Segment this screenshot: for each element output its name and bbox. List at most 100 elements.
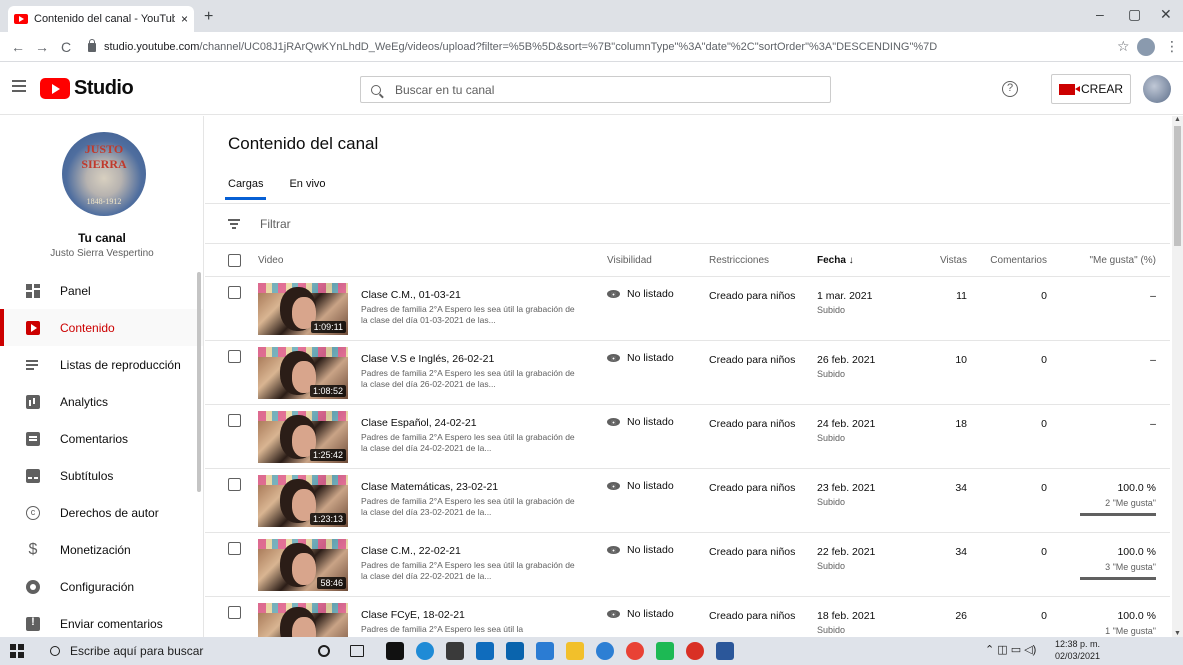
scroll-up-arrow-icon[interactable]: ▲	[1174, 116, 1181, 123]
row-checkbox[interactable]	[228, 414, 241, 427]
video-title[interactable]: Clase C.M., 01-03-21	[361, 289, 461, 301]
sidebar-item-label: Panel	[60, 283, 91, 298]
windows-start-icon[interactable]	[10, 644, 24, 658]
tab-cargas[interactable]: Cargas	[224, 178, 267, 200]
sidebar-item-derechos[interactable]: c Derechos de autor	[0, 494, 203, 531]
column-views[interactable]: Vistas	[940, 255, 967, 266]
mail-icon[interactable]	[476, 642, 494, 660]
filter-input[interactable]: Filtrar	[260, 217, 291, 231]
column-likes[interactable]: "Me gusta" (%)	[1089, 255, 1156, 266]
forward-button[interactable]: →	[30, 39, 54, 55]
row-checkbox[interactable]	[228, 286, 241, 299]
date-status: Subido	[817, 369, 846, 379]
sidebar-item-comentarios[interactable]: Comentarios	[0, 420, 203, 457]
new-tab-button[interactable]: +	[204, 8, 213, 26]
visibility-cell[interactable]: No listado	[607, 416, 674, 428]
video-thumbnail[interactable]: 58:46	[258, 539, 348, 591]
address-bar: ← → C studio.youtube.com/channel/UC08J1j…	[0, 32, 1183, 62]
tab-close-icon[interactable]: ×	[181, 12, 188, 26]
store-icon[interactable]	[446, 642, 464, 660]
visibility-cell[interactable]: No listado	[607, 288, 674, 300]
filter-icon[interactable]	[228, 219, 240, 229]
column-comments[interactable]: Comentarios	[990, 255, 1047, 266]
sidebar-item-contenido[interactable]: Contenido	[0, 309, 203, 346]
window-maximize-button[interactable]: ▢	[1128, 6, 1141, 23]
chrome-blue-icon[interactable]	[596, 642, 614, 660]
video-title[interactable]: Clase Matemáticas, 23-02-21	[361, 481, 498, 493]
filter-bar[interactable]: Filtrar	[205, 204, 1170, 244]
sidebar-item-monetizacion[interactable]: $ Monetización	[0, 531, 203, 568]
table-row[interactable]: 1:09:11 Clase C.M., 01-03-21 Padres de f…	[205, 277, 1170, 341]
select-all-checkbox[interactable]	[228, 254, 241, 267]
edge-icon[interactable]	[416, 642, 434, 660]
video-thumbnail[interactable]	[258, 603, 348, 637]
video-title[interactable]: Clase FCyE, 18-02-21	[361, 609, 465, 621]
cortana-icon[interactable]	[318, 645, 330, 657]
help-icon[interactable]: ?	[1002, 81, 1018, 97]
table-row[interactable]: 1:25:42 Clase Español, 24-02-21 Padres d…	[205, 405, 1170, 469]
create-button[interactable]: CREAR	[1051, 74, 1131, 104]
column-date[interactable]: Fecha ↓	[817, 255, 854, 266]
video-thumbnail[interactable]: 1:23:13	[258, 475, 348, 527]
channel-avatar[interactable]: JUSTO SIERRA 1848-1912	[62, 132, 146, 216]
column-restrictions[interactable]: Restricciones	[709, 255, 769, 266]
green-app-icon[interactable]	[656, 642, 674, 660]
table-row[interactable]: 58:46 Clase C.M., 22-02-21 Padres de fam…	[205, 533, 1170, 597]
sidebar-item-enviar-comentarios[interactable]: Enviar comentarios	[0, 605, 203, 637]
calendar-icon[interactable]	[536, 642, 554, 660]
sidebar-item-listas[interactable]: Listas de reproducción	[0, 346, 203, 383]
sidebar-item-subtitulos[interactable]: Subtítulos	[0, 457, 203, 494]
browser-menu-icon[interactable]: ⋮	[1165, 38, 1179, 55]
window-minimize-button[interactable]: –	[1096, 6, 1104, 22]
url-field[interactable]: studio.youtube.com/channel/UC08J1jRArQwK…	[88, 37, 968, 57]
bookmark-star-icon[interactable]: ☆	[1117, 38, 1130, 55]
word-icon[interactable]	[716, 642, 734, 660]
visibility-cell[interactable]: No listado	[607, 544, 674, 556]
sidebar-item-configuracion[interactable]: Configuración	[0, 568, 203, 605]
task-view-icon[interactable]	[350, 645, 364, 657]
taskbar-search[interactable]: Escribe aquí para buscar	[36, 637, 286, 665]
file-explorer-icon[interactable]	[566, 642, 584, 660]
row-checkbox[interactable]	[228, 606, 241, 619]
main-scrollbar[interactable]: ▲ ▼	[1172, 116, 1183, 637]
account-avatar[interactable]	[1143, 75, 1171, 103]
visibility-cell[interactable]: No listado	[607, 480, 674, 492]
video-thumbnail[interactable]: 1:09:11	[258, 283, 348, 335]
window-close-button[interactable]: ✕	[1160, 6, 1172, 23]
sidebar-item-panel[interactable]: Panel	[0, 272, 203, 309]
back-button[interactable]: ←	[6, 39, 30, 55]
video-title[interactable]: Clase Español, 24-02-21	[361, 417, 477, 429]
video-thumbnail[interactable]: 1:08:52	[258, 347, 348, 399]
column-visibility[interactable]: Visibilidad	[607, 255, 652, 266]
studio-logo[interactable]: Studio	[40, 77, 134, 100]
chrome-alt-icon[interactable]	[686, 642, 704, 660]
hamburger-menu-icon[interactable]	[12, 80, 26, 92]
system-tray-icons[interactable]: ⌃ ◫ ▭ ◁)	[985, 643, 1036, 656]
table-row[interactable]: 1:23:13 Clase Matemáticas, 23-02-21 Padr…	[205, 469, 1170, 533]
row-checkbox[interactable]	[228, 542, 241, 555]
scroll-down-arrow-icon[interactable]: ▼	[1174, 630, 1181, 637]
table-row[interactable]: Clase FCyE, 18-02-21 Padres de familia 2…	[205, 597, 1170, 637]
video-title[interactable]: Clase C.M., 22-02-21	[361, 545, 461, 557]
row-checkbox[interactable]	[228, 350, 241, 363]
sidebar-item-analytics[interactable]: Analytics	[0, 383, 203, 420]
table-row[interactable]: 1:08:52 Clase V.S e Inglés, 26-02-21 Pad…	[205, 341, 1170, 405]
row-checkbox[interactable]	[228, 478, 241, 491]
browser-tab[interactable]: Contenido del canal - YouTube S ×	[8, 6, 194, 32]
taskbar-clock[interactable]: 12:38 p. m. 02/03/2021	[1055, 638, 1100, 662]
scrollbar-thumb[interactable]	[1174, 126, 1181, 246]
clock-date: 02/03/2021	[1055, 651, 1101, 661]
date-status: Subido	[817, 433, 846, 443]
video-title[interactable]: Clase V.S e Inglés, 26-02-21	[361, 353, 494, 365]
browser-profile-avatar[interactable]	[1137, 38, 1155, 56]
outlook-icon[interactable]	[506, 642, 524, 660]
channel-search-input[interactable]: Buscar en tu canal	[360, 76, 831, 103]
tab-en-vivo[interactable]: En vivo	[289, 178, 325, 200]
chrome-icon[interactable]	[626, 642, 644, 660]
sidebar-scrollbar[interactable]	[197, 272, 201, 492]
netflix-icon[interactable]	[386, 642, 404, 660]
reload-button[interactable]: C	[54, 39, 78, 55]
visibility-cell[interactable]: No listado	[607, 608, 674, 620]
visibility-cell[interactable]: No listado	[607, 352, 674, 364]
video-thumbnail[interactable]: 1:25:42	[258, 411, 348, 463]
